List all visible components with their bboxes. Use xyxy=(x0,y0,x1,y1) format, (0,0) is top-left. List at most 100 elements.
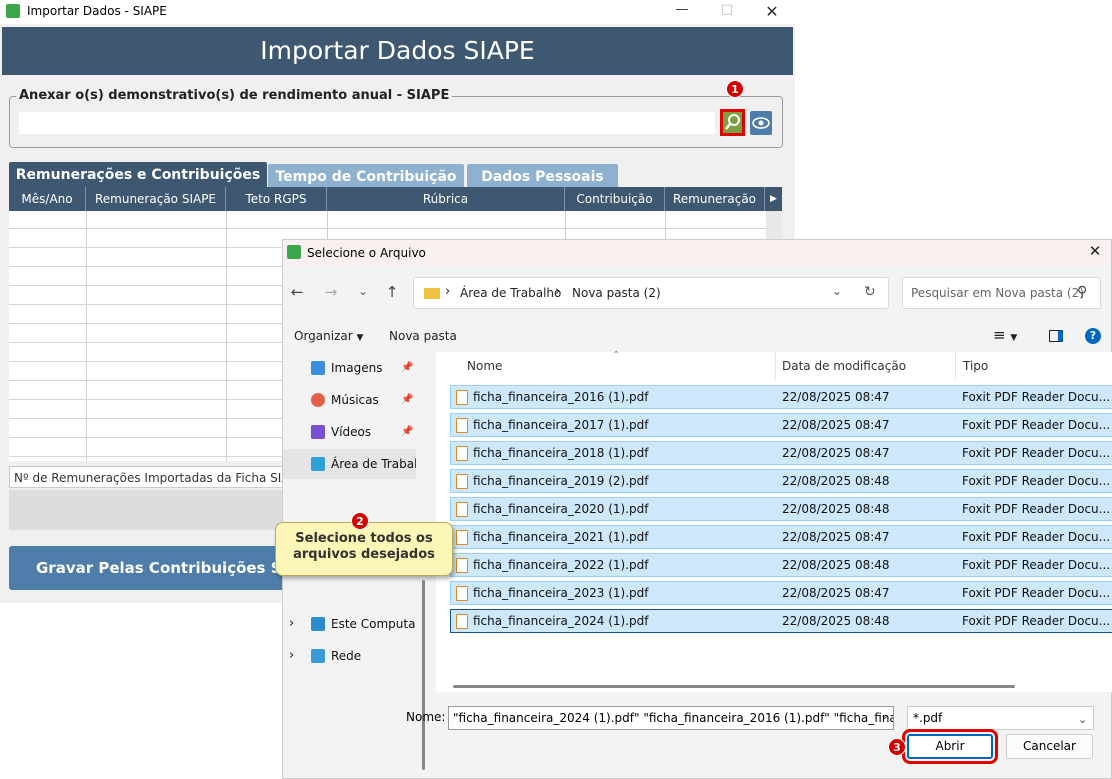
up-arrow-icon[interactable]: ↑ xyxy=(382,283,402,301)
file-row[interactable]: ficha_financeira_2022 (1).pdf 22/08/2025 … xyxy=(450,553,1112,577)
attach-legend: Anexar o(s) demonstrativo(s) de rendimen… xyxy=(16,88,453,103)
dialog-titlebar: Selecione o Arquivo ✕ xyxy=(283,240,1111,266)
images-icon xyxy=(311,361,325,375)
chevron-right-icon: › xyxy=(289,616,295,631)
sidebar-item-videos[interactable]: Vídeos 📌 xyxy=(283,417,416,447)
callout-line: arquivos desejados xyxy=(293,547,435,562)
music-icon xyxy=(311,393,325,407)
search-icon: ⚲ xyxy=(1077,284,1088,300)
file-date: 22/08/2025 08:47 xyxy=(782,530,890,544)
app-icon xyxy=(6,4,20,18)
breadcrumb-item[interactable]: Nova pasta (2) xyxy=(572,286,661,300)
file-date: 22/08/2025 08:47 xyxy=(782,418,890,432)
pdf-file-icon xyxy=(456,502,468,517)
sort-up-icon: ⌃ xyxy=(612,350,621,361)
file-row[interactable]: ficha_financeira_2017 (1).pdf 22/08/2025 … xyxy=(450,413,1112,437)
file-row[interactable]: ficha_financeira_2020 (1).pdf 22/08/2025 … xyxy=(450,497,1112,521)
eye-icon xyxy=(752,117,770,129)
file-name: ficha_financeira_2020 (1).pdf xyxy=(473,502,649,516)
dialog-title: Selecione o Arquivo xyxy=(307,246,426,260)
breadcrumb-item[interactable]: Área de Trabalho xyxy=(460,286,561,300)
sidebar-item-area-de-trabalho[interactable]: Área de Trabalho xyxy=(283,449,416,479)
callout-line: Selecione todos os xyxy=(295,531,433,546)
maximize-icon[interactable]: □ xyxy=(704,2,750,22)
file-name: ficha_financeira_2017 (1).pdf xyxy=(473,418,649,432)
column-header[interactable]: Contribuição xyxy=(565,187,665,211)
filetype-value: *.pdf xyxy=(913,711,943,725)
attach-path-input[interactable] xyxy=(19,112,715,134)
column-header[interactable]: Teto RGPS xyxy=(226,187,327,211)
column-header[interactable]: Remuneração xyxy=(665,187,765,211)
file-row[interactable]: ficha_financeira_2019 (2).pdf 22/08/2025 … xyxy=(450,469,1112,493)
preview-pane-icon[interactable] xyxy=(1049,330,1063,342)
sidebar-item-este-computador[interactable]: › Este Computador xyxy=(283,609,416,639)
forward-arrow-icon[interactable]: → xyxy=(321,283,341,301)
chevron-down-icon[interactable]: ⌄ xyxy=(353,285,373,298)
step-badge-3: 3 xyxy=(888,738,906,756)
file-row[interactable]: ficha_financeira_2018 (1).pdf 22/08/2025 … xyxy=(450,441,1112,465)
column-header[interactable]: Rúbrica xyxy=(327,187,565,211)
column-header-date[interactable]: Data de modificação xyxy=(782,359,906,373)
search-placeholder: Pesquisar em Nova pasta (2) xyxy=(911,286,1084,300)
table-header: Mês/Ano Remuneração SIAPE Teto RGPS Rúbr… xyxy=(9,187,782,211)
help-icon[interactable]: ? xyxy=(1085,328,1101,344)
view-options-icon[interactable]: ≡ ▼ xyxy=(993,326,1017,344)
instruction-callout: Selecione todos os arquivos desejados xyxy=(275,522,453,576)
file-type: Foxit PDF Reader Docu... xyxy=(962,502,1111,516)
file-date: 22/08/2025 08:48 xyxy=(782,502,890,516)
pdf-file-icon xyxy=(456,390,468,405)
import-count-label: Nº de Remunerações Importadas da Ficha S… xyxy=(9,466,309,488)
file-date: 22/08/2025 08:48 xyxy=(782,558,890,572)
browse-button[interactable] xyxy=(720,109,745,136)
file-list-hscrollbar[interactable] xyxy=(453,685,1015,688)
chevron-down-icon: ▼ xyxy=(356,333,364,343)
tab-tempo-contribuicao[interactable]: Tempo de Contribuição xyxy=(268,164,464,187)
new-folder-button[interactable]: Nova pasta xyxy=(389,329,457,343)
file-type: Foxit PDF Reader Docu... xyxy=(962,586,1111,600)
pin-icon: 📌 xyxy=(401,362,414,373)
chevron-down-icon[interactable]: ⌄ xyxy=(832,284,842,298)
view-button[interactable] xyxy=(750,111,772,135)
back-arrow-icon[interactable]: ← xyxy=(287,283,307,301)
file-row[interactable]: ficha_financeira_2016 (1).pdf 22/08/2025 … xyxy=(450,385,1112,409)
column-header[interactable]: Remuneração SIAPE xyxy=(86,187,226,211)
file-row[interactable]: ficha_financeira_2023 (1).pdf 22/08/2025 … xyxy=(450,581,1112,605)
column-header-type[interactable]: Tipo xyxy=(963,359,988,373)
sidebar-item-rede[interactable]: › Rede xyxy=(283,641,416,671)
refresh-icon[interactable]: ↻ xyxy=(864,284,876,300)
sidebar-scrollbar[interactable] xyxy=(422,580,425,770)
tab-dados-pessoais[interactable]: Dados Pessoais xyxy=(467,164,618,187)
chevron-down-icon[interactable]: ⌄ xyxy=(880,709,889,722)
tab-remuneracoes[interactable]: Remunerações e Contribuições xyxy=(9,162,267,187)
save-button[interactable]: Gravar Pelas Contribuições Selecionadas xyxy=(9,546,309,590)
sidebar-item-musicas[interactable]: Músicas 📌 xyxy=(283,385,416,415)
file-type: Foxit PDF Reader Docu... xyxy=(962,530,1111,544)
pdf-file-icon xyxy=(456,614,468,629)
scroll-right-icon[interactable]: ▶ xyxy=(765,187,782,211)
column-header[interactable]: Mês/Ano xyxy=(9,187,86,211)
file-name: ficha_financeira_2019 (2).pdf xyxy=(473,474,649,488)
minimize-icon[interactable]: — xyxy=(659,2,705,22)
file-name: ficha_financeira_2018 (1).pdf xyxy=(473,446,649,460)
address-bar[interactable]: › Área de Trabalho › Nova pasta (2) ⌄ ↻ xyxy=(413,277,889,309)
column-header-name[interactable]: Nome xyxy=(467,359,502,373)
file-row[interactable]: ficha_financeira_2021 (1).pdf 22/08/2025 … xyxy=(450,525,1112,549)
organize-menu[interactable]: Organizar ▼ xyxy=(294,329,363,343)
file-row[interactable]: ficha_financeira_2024 (1).pdf 22/08/2025 … xyxy=(450,609,1112,633)
open-button[interactable]: Abrir xyxy=(902,729,998,764)
filename-input[interactable]: "ficha_financeira_2024 (1).pdf" "ficha_f… xyxy=(448,706,894,730)
filetype-select[interactable]: *.pdf ⌄ xyxy=(907,706,1094,730)
pdf-file-icon xyxy=(456,446,468,461)
sidebar-item-label: Rede xyxy=(331,649,362,663)
cancel-button[interactable]: Cancelar xyxy=(1006,734,1093,759)
search-icon xyxy=(725,114,740,130)
sidebar-item-label: Área de Trabalho xyxy=(331,457,416,471)
desktop-icon xyxy=(311,457,325,471)
file-open-dialog: Selecione o Arquivo ✕ ← → ⌄ ↑ › Área de … xyxy=(282,239,1112,779)
close-icon[interactable]: ✕ xyxy=(1083,242,1107,262)
pdf-file-icon xyxy=(456,418,468,433)
sidebar-item-imagens[interactable]: Imagens 📌 xyxy=(283,353,416,383)
close-icon[interactable]: ✕ xyxy=(749,2,795,22)
step-badge-2: 2 xyxy=(351,512,369,530)
search-input[interactable]: Pesquisar em Nova pasta (2) ⚲ xyxy=(902,277,1101,309)
